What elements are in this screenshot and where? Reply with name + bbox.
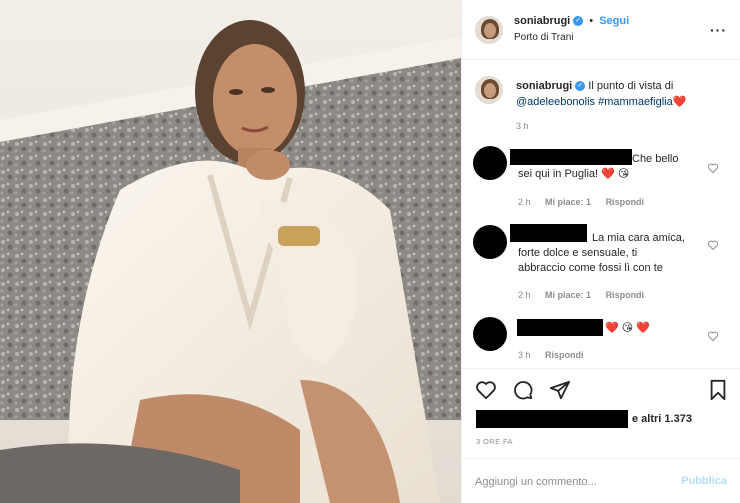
comment-time[interactable]: 2 h <box>518 197 531 207</box>
comment-avatar[interactable] <box>473 146 507 180</box>
caption-body: Il punto di vista di <box>588 80 674 92</box>
comment-text-line3: abbraccio come fossi lì con te <box>518 262 663 274</box>
comment-item: Che bello sei qui in Puglia! ❤️ 😘 2 h Mi… <box>462 145 740 217</box>
likes-count[interactable]: e altri 1.373 <box>632 413 692 425</box>
post-timestamp[interactable]: 3 ORE FA <box>476 437 513 446</box>
like-heart-icon[interactable] <box>475 379 497 401</box>
post-photo-image <box>0 0 461 503</box>
comment-like-icon[interactable] <box>707 162 719 174</box>
share-send-icon[interactable] <box>549 379 571 401</box>
caption: soniabrugi ✓ Il punto di vista di @adelee… <box>462 70 740 140</box>
caption-mention-link[interactable]: @adeleebonolis <box>516 96 595 108</box>
redacted-likers <box>476 410 628 428</box>
comment-meta: 2 h Mi piace: 1 Rispondi <box>518 290 656 300</box>
separator-dot: • <box>589 15 594 27</box>
comment-reply-button[interactable]: Rispondi <box>545 350 584 360</box>
comment-likes[interactable]: Mi piace: 1 <box>545 197 591 207</box>
post-header: soniabrugi ✓ • Segui Porto di Trani ··· <box>462 0 740 60</box>
post-location[interactable]: Porto di Trani <box>514 32 573 43</box>
caption-username[interactable]: soniabrugi <box>516 80 572 92</box>
comment-like-icon[interactable] <box>707 330 719 342</box>
likes-summary[interactable]: e altri 1.373 <box>476 410 726 430</box>
comment-time[interactable]: 3 h <box>518 350 531 360</box>
verified-badge-icon: ✓ <box>573 16 584 27</box>
caption-heart-emoji: ❤️ <box>672 96 687 108</box>
comment-meta: 2 h Mi piace: 1 Rispondi <box>518 197 656 207</box>
comment-reply-button[interactable]: Rispondi <box>606 197 645 207</box>
comment-avatar[interactable] <box>473 317 507 351</box>
comment-text: La mia cara amica, <box>592 232 685 244</box>
comment-text: ❤️ 😘 ❤️ <box>605 322 650 334</box>
follow-button[interactable]: Segui <box>599 15 629 27</box>
redacted-username <box>510 224 587 242</box>
caption-hashtag-link[interactable]: #mammaefiglia <box>598 96 673 108</box>
comment-meta: 3 h Rispondi <box>518 350 596 360</box>
comment-likes[interactable]: Mi piace: 1 <box>545 290 591 300</box>
caption-avatar[interactable] <box>475 76 503 104</box>
author-avatar[interactable] <box>475 16 503 44</box>
redacted-username <box>517 319 603 336</box>
add-comment-bar: Pubblica <box>462 458 740 503</box>
comment-input[interactable] <box>475 473 665 491</box>
comment-reply-button[interactable]: Rispondi <box>606 290 645 300</box>
caption-time[interactable]: 3 h <box>516 121 529 131</box>
caption-text: soniabrugi ✓ Il punto di vista di @adelee… <box>516 78 731 110</box>
post-side-panel: soniabrugi ✓ • Segui Porto di Trani ··· s… <box>461 0 740 503</box>
comment-time[interactable]: 2 h <box>518 290 531 300</box>
comment-like-icon[interactable] <box>707 239 719 251</box>
save-bookmark-icon[interactable] <box>707 379 729 401</box>
comment-avatar[interactable] <box>473 225 507 259</box>
comment-text-line2: forte dolce e sensuale, ti <box>518 247 638 259</box>
comment-text-line2: sei qui in Puglia! ❤️ 😘 <box>518 168 630 180</box>
comment-item: La mia cara amica, forte dolce e sensual… <box>462 222 740 307</box>
post-photo[interactable] <box>0 0 461 503</box>
redacted-username <box>510 149 632 165</box>
comment-item: ❤️ 😘 ❤️ 3 h Rispondi <box>462 315 740 365</box>
post-actions <box>462 368 740 410</box>
more-options-icon[interactable]: ··· <box>710 22 727 38</box>
author-username[interactable]: soniabrugi <box>514 15 570 27</box>
comment-text: Che bello <box>632 153 679 165</box>
verified-badge-icon: ✓ <box>575 81 586 92</box>
publish-button[interactable]: Pubblica <box>681 475 727 487</box>
comment-bubble-icon[interactable] <box>512 379 534 401</box>
